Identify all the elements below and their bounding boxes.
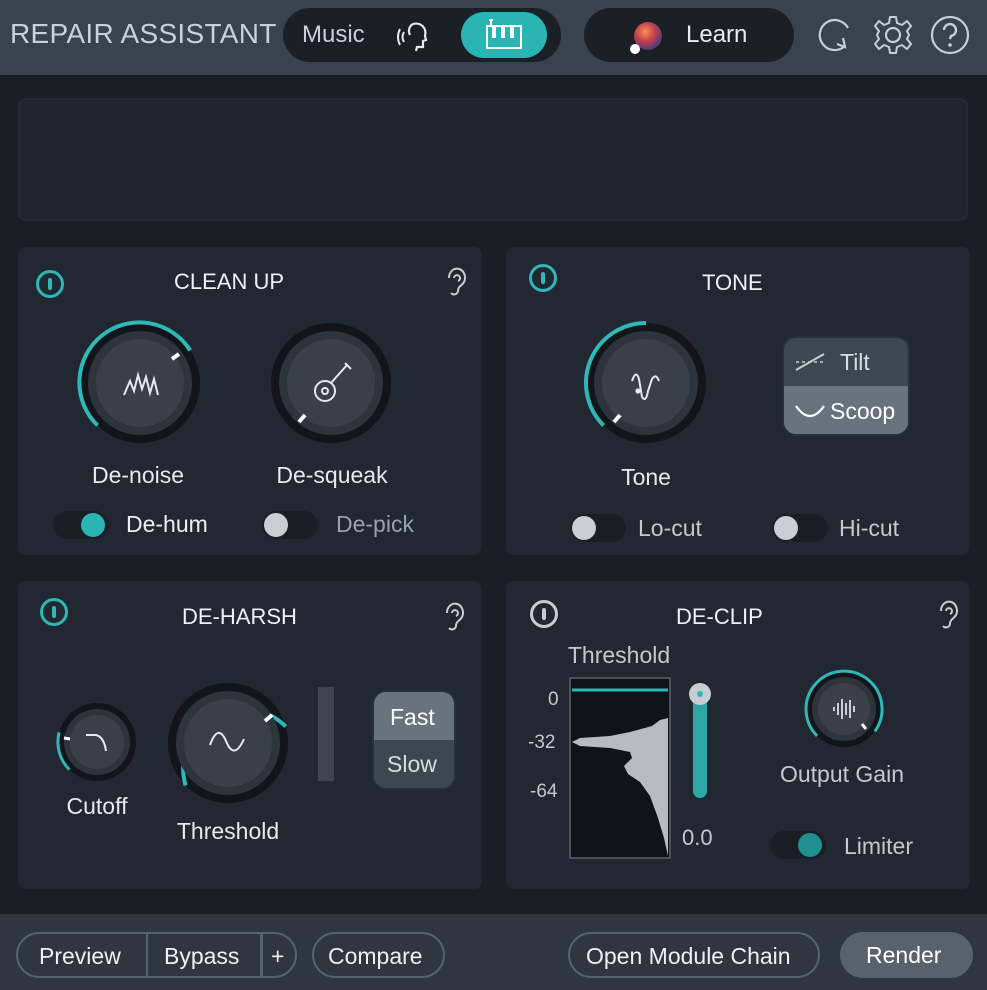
instrument-icon [486,19,522,49]
app-title: REPAIR ASSISTANT [10,18,277,49]
tone-knob[interactable] [582,319,710,447]
db-tick: 0 [548,689,559,710]
compare-label: Compare [328,943,423,969]
limiter-label: Limiter [844,833,914,859]
toggle-thumb [774,516,798,540]
tone-mode-selector: Tilt Scoop [782,336,910,436]
mode-switch: Music [283,8,561,62]
preview-button[interactable]: Preview [16,932,148,978]
gear-icon[interactable] [872,14,914,56]
power-icon[interactable] [36,270,64,298]
gain-reduction-meter [318,687,334,781]
limiter-toggle[interactable] [770,831,826,859]
threshold-slider[interactable] [689,682,711,798]
learn-label: Learn [686,21,748,48]
preview-label: Preview [39,943,121,969]
de-hum-toggle[interactable] [53,511,109,539]
tilt-option[interactable]: Tilt [784,338,908,386]
toggle-thumb [572,516,596,540]
lo-cut-toggle[interactable] [570,514,626,542]
render-button[interactable]: Render [840,932,973,978]
voice-icon[interactable] [395,16,435,56]
de-clip-threshold-label: Threshold [567,642,671,668]
scoop-option[interactable]: Scoop [784,386,908,434]
slow-label: Slow [387,751,437,777]
power-icon[interactable] [40,598,68,626]
open-module-chain-button[interactable]: Open Module Chain [568,932,820,978]
bypass-button[interactable]: Bypass [148,932,262,978]
tilt-label: Tilt [840,349,870,375]
help-icon[interactable] [929,14,971,56]
mode-instrument-button[interactable] [461,12,547,58]
speed-selector: Fast Slow [372,690,456,790]
fast-option[interactable]: Fast [374,692,454,740]
fast-label: Fast [390,704,435,730]
learn-button[interactable]: Learn [584,8,794,62]
de-harsh-threshold-label: Threshold [176,818,280,844]
db-tick: -32 [528,732,556,753]
power-icon[interactable] [530,600,558,628]
de-squeak-label: De-squeak [276,462,388,488]
de-harsh-title: DE-HARSH [182,604,297,629]
undo-icon[interactable] [815,14,857,56]
clip-histogram [569,677,671,859]
cutoff-label: Cutoff [66,793,128,819]
de-pick-toggle[interactable] [262,511,318,539]
de-squeak-knob[interactable] [267,319,395,447]
hi-cut-label: Hi-cut [839,515,900,541]
output-gain-label: Output Gain [779,761,905,787]
add-button[interactable]: + [261,932,297,978]
ear-icon[interactable] [936,599,960,631]
footer-bar: Preview Bypass + Compare Open Module Cha… [0,914,987,990]
open-module-chain-label: Open Module Chain [586,943,791,969]
compare-button[interactable]: Compare [312,932,445,978]
plus-label: + [271,943,285,969]
mode-music-button[interactable]: Music [302,21,365,49]
scoop-icon [795,405,825,418]
tone-title: TONE [702,270,763,295]
db-tick: -64 [530,781,558,802]
de-harsh-panel: DE-HARSH Cutoff Threshold Fast Slow [18,581,482,889]
bypass-label: Bypass [164,943,240,969]
ear-icon[interactable] [442,601,466,633]
clean-up-panel: CLEAN UP De-noise De-squeak De-hum De-pi… [18,247,482,555]
de-clip-title: DE-CLIP [676,604,763,629]
threshold-value: 0.0 [682,825,713,850]
tone-panel: TONE Tone Tilt Scoop Lo-cut Hi-cut [506,247,970,555]
render-label: Render [866,942,942,968]
power-icon[interactable] [529,264,557,292]
tone-label: Tone [621,464,671,490]
learn-orb-dot [630,44,640,54]
output-gain-knob[interactable] [804,669,884,749]
de-noise-label: De-noise [91,462,185,488]
ear-icon[interactable] [444,266,468,298]
toggle-thumb [798,833,822,857]
de-clip-panel: DE-CLIP Threshold 0 -32 -64 0.0 Output G… [506,581,970,889]
toggle-thumb [81,513,105,537]
de-hum-label: De-hum [126,511,208,537]
cutoff-knob[interactable] [56,701,138,783]
scoop-label: Scoop [830,398,896,424]
de-noise-knob[interactable] [76,319,204,447]
tilt-icon [795,353,825,371]
hi-cut-toggle[interactable] [772,514,828,542]
de-pick-label: De-pick [336,511,414,537]
toggle-thumb [264,513,288,537]
header-bar: REPAIR ASSISTANT Music Learn [0,0,987,75]
spectrum-display [18,98,968,221]
de-harsh-threshold-knob[interactable] [164,679,292,807]
clean-up-title: CLEAN UP [174,269,285,294]
lo-cut-label: Lo-cut [638,515,702,541]
slow-option[interactable]: Slow [374,740,454,788]
